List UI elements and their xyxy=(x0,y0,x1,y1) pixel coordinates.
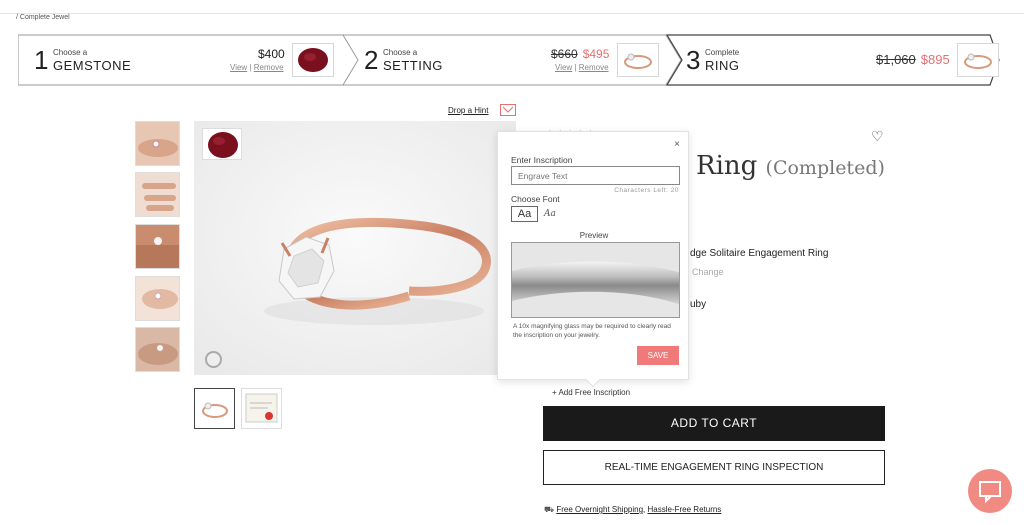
ring-icon xyxy=(202,402,228,418)
view-thumbnail-certificate[interactable] xyxy=(241,388,282,429)
band-preview-image xyxy=(512,243,679,317)
save-button[interactable]: SAVE xyxy=(637,346,679,365)
characters-left: Characters Left: 20 xyxy=(614,187,679,194)
remove-gemstone-link[interactable]: Remove xyxy=(254,63,284,72)
step-label-small: Choose a xyxy=(53,48,88,57)
choose-font-label: Choose Font xyxy=(511,194,560,204)
chat-icon xyxy=(979,481,1001,504)
preview-label: Preview xyxy=(579,231,609,240)
free-returns-link[interactable]: Hassle-Free Returns xyxy=(648,505,722,514)
main-product-image[interactable] xyxy=(194,121,516,375)
setting-thumbnail[interactable] xyxy=(617,43,659,77)
step-price: $400 xyxy=(258,47,285,61)
step-label: RING xyxy=(705,58,740,73)
step-number: 2 xyxy=(364,45,379,75)
gemstone-thumbnail[interactable] xyxy=(292,43,334,77)
ruby-icon xyxy=(208,132,238,158)
step-price: $1,060 $895 xyxy=(876,52,950,67)
step-price: $660 $495 xyxy=(551,47,610,61)
gallery-thumbnail[interactable] xyxy=(135,224,180,269)
drop-a-hint-link[interactable]: Drop a Hint xyxy=(448,106,488,115)
step-label: SETTING xyxy=(383,58,443,73)
gallery-thumbnail[interactable] xyxy=(135,327,180,372)
ring-icon xyxy=(964,53,992,69)
step-complete-ring[interactable]: 3 Complete RING $1,060 $895 xyxy=(670,34,1000,86)
gallery-thumbnail[interactable] xyxy=(135,172,180,217)
shipping-info: ⛟ Free Overnight Shipping, Hassle-Free R… xyxy=(544,505,721,515)
heart-icon[interactable]: ♡ xyxy=(871,128,884,145)
link-separator: | xyxy=(249,63,252,72)
product-title-main: Ring xyxy=(696,151,758,181)
step-number: 1 xyxy=(34,45,49,75)
certificate-icon xyxy=(245,393,278,423)
step-number: 3 xyxy=(686,45,701,75)
gallery-thumbnail[interactable] xyxy=(135,276,180,321)
enter-inscription-label: Enter Inscription xyxy=(511,155,573,165)
step-setting[interactable]: 2 Choose a SETTING $660 $495 View | Remov… xyxy=(348,34,668,86)
shipping-separator: , xyxy=(643,505,646,514)
link-separator: | xyxy=(574,63,577,72)
gallery-thumbnail[interactable] xyxy=(135,121,180,166)
product-title: Ring (Completed) xyxy=(696,151,885,181)
add-to-cart-button[interactable]: ADD TO CART xyxy=(543,406,885,441)
chat-button[interactable] xyxy=(968,469,1012,513)
inscription-input[interactable] xyxy=(511,166,680,185)
font-option-block[interactable]: Aa xyxy=(511,206,538,222)
step-label: GEMSTONE xyxy=(53,58,132,73)
ruby-icon xyxy=(298,48,328,72)
close-icon[interactable]: × xyxy=(674,139,680,150)
step-gemstone[interactable]: 1 Choose a GEMSTONE $400 View | Remove xyxy=(18,34,348,86)
gemstone-badge[interactable] xyxy=(202,128,242,160)
step-links: View | Remove xyxy=(555,63,609,72)
hint-envelope-icon[interactable] xyxy=(500,104,516,116)
ring-inspection-button[interactable]: REAL-TIME ENGAGEMENT RING INSPECTION xyxy=(543,450,885,485)
product-title-sub: (Completed) xyxy=(765,157,885,179)
complete-ring-thumbnail[interactable] xyxy=(957,43,999,77)
inscription-popup: × Enter Inscription Characters Left: 20 … xyxy=(497,131,689,388)
view-gemstone-link[interactable]: View xyxy=(230,63,247,72)
view-setting-link[interactable]: View xyxy=(555,63,572,72)
remove-setting-link[interactable]: Remove xyxy=(579,63,609,72)
step-label-small: Choose a xyxy=(383,48,418,57)
gemstone-name: uby xyxy=(690,299,707,310)
magnifying-note: A 10x magnifying glass may be required t… xyxy=(513,323,671,339)
setting-name: dge Solitaire Engagement Ring xyxy=(690,248,829,259)
free-shipping-link[interactable]: Free Overnight Shipping xyxy=(556,505,643,514)
popup-caret xyxy=(585,372,601,388)
change-setting-link[interactable]: Change xyxy=(692,267,724,277)
step-progress-bar: 1 Choose a GEMSTONE $400 View | Remove 2… xyxy=(18,34,1000,86)
step-links: View | Remove xyxy=(230,63,284,72)
step-label-small: Complete xyxy=(705,48,740,57)
inscription-preview xyxy=(511,242,680,318)
ring-icon xyxy=(624,53,652,69)
zoom-icon[interactable] xyxy=(205,351,222,368)
breadcrumb[interactable]: / Complete Jewel xyxy=(16,14,70,21)
view-thumbnail-ring[interactable] xyxy=(194,388,235,429)
font-option-script[interactable]: Aa xyxy=(544,209,556,219)
top-bar xyxy=(0,0,1024,14)
truck-icon: ⛟ xyxy=(544,505,555,514)
add-free-inscription-link[interactable]: + Add Free Inscription xyxy=(552,388,630,397)
